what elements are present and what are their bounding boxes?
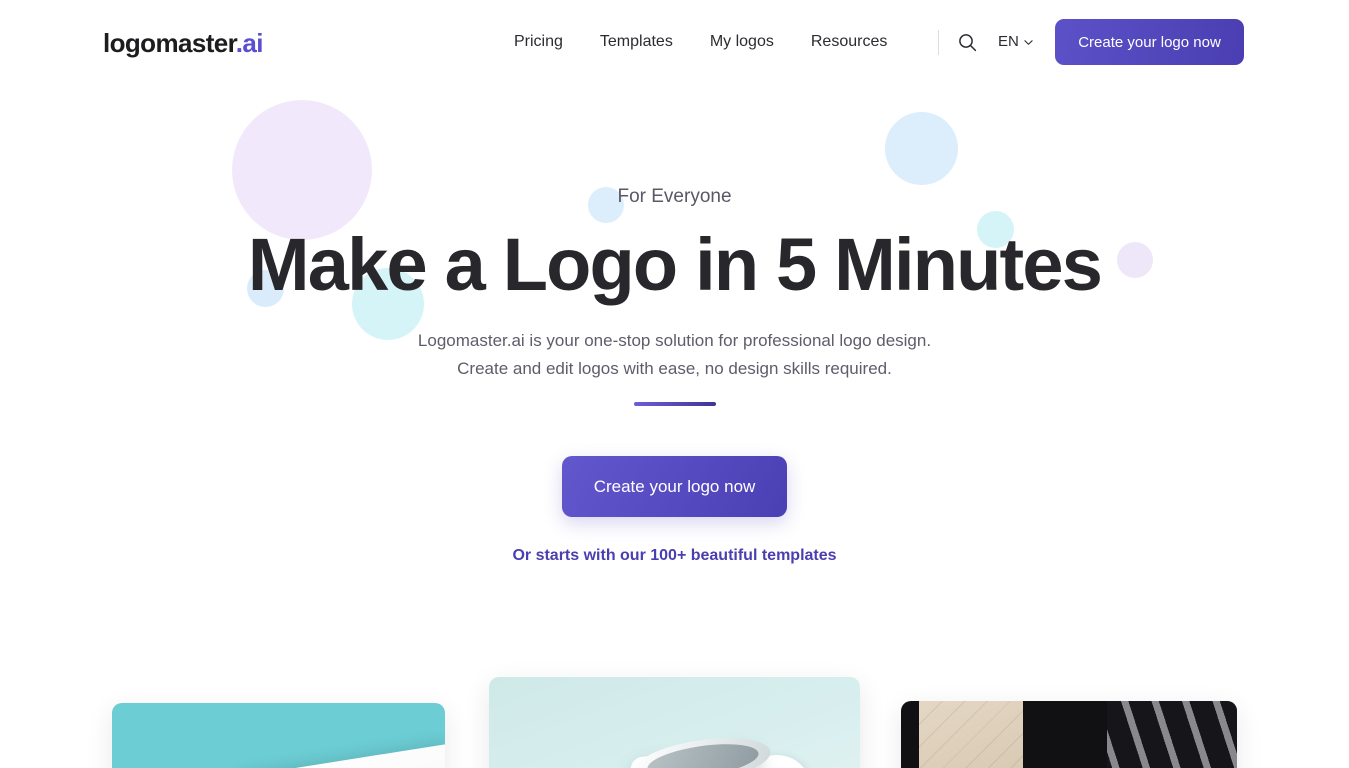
hero-accent-rule: [634, 402, 716, 406]
header-create-logo-button[interactable]: Create your logo now: [1055, 19, 1244, 65]
showcase-cards: [0, 675, 1349, 768]
hero-create-logo-button[interactable]: Create your logo now: [562, 456, 787, 517]
brand-logo[interactable]: logomaster.ai: [103, 28, 263, 58]
circle-lavender-large: [232, 100, 372, 240]
hero-subtitle-line-1: Logomaster.ai is your one-stop solution …: [417, 331, 932, 350]
hero-subtitle: Logomaster.ai is your one-stop solution …: [0, 327, 1349, 383]
nav-item-pricing[interactable]: Pricing: [514, 31, 563, 53]
browse-templates-link[interactable]: Or starts with our 100+ beautiful templa…: [0, 545, 1349, 567]
search-icon: [958, 33, 976, 51]
search-button[interactable]: [956, 31, 978, 53]
brand-suffix: .ai: [235, 28, 264, 58]
language-label: EN: [998, 33, 1019, 50]
showcase-card-photo[interactable]: [901, 701, 1237, 768]
page-title: Make a Logo in 5 Minutes: [247, 223, 1103, 306]
showcase-card-stationery[interactable]: [112, 703, 445, 768]
hero-section: For Everyone Make a Logo in 5 Minutes Lo…: [0, 0, 1349, 660]
nav-divider: [938, 30, 939, 55]
dark-panel-artwork: [1107, 701, 1237, 768]
paper-artwork: [243, 743, 445, 768]
nav-item-my-logos[interactable]: My logos: [710, 31, 774, 53]
showcase-card-mug[interactable]: [489, 677, 860, 768]
brand-name: logomaster: [103, 28, 236, 58]
nav-item-templates[interactable]: Templates: [600, 31, 673, 53]
chevron-down-icon: [1024, 39, 1033, 45]
main-nav: Pricing Templates My logos Resources: [514, 31, 887, 53]
site-header: logomaster.ai Pricing Templates My logos…: [0, 0, 1349, 84]
circle-blue-large-right: [885, 112, 958, 185]
hero-subtitle-line-2: Create and edit logos with ease, no desi…: [457, 359, 892, 378]
wood-panel-artwork: [919, 701, 1023, 768]
hero-eyebrow: For Everyone: [617, 186, 732, 207]
nav-item-resources[interactable]: Resources: [811, 31, 887, 53]
language-selector[interactable]: EN: [998, 32, 1033, 52]
landing-page: logomaster.ai Pricing Templates My logos…: [0, 0, 1349, 768]
